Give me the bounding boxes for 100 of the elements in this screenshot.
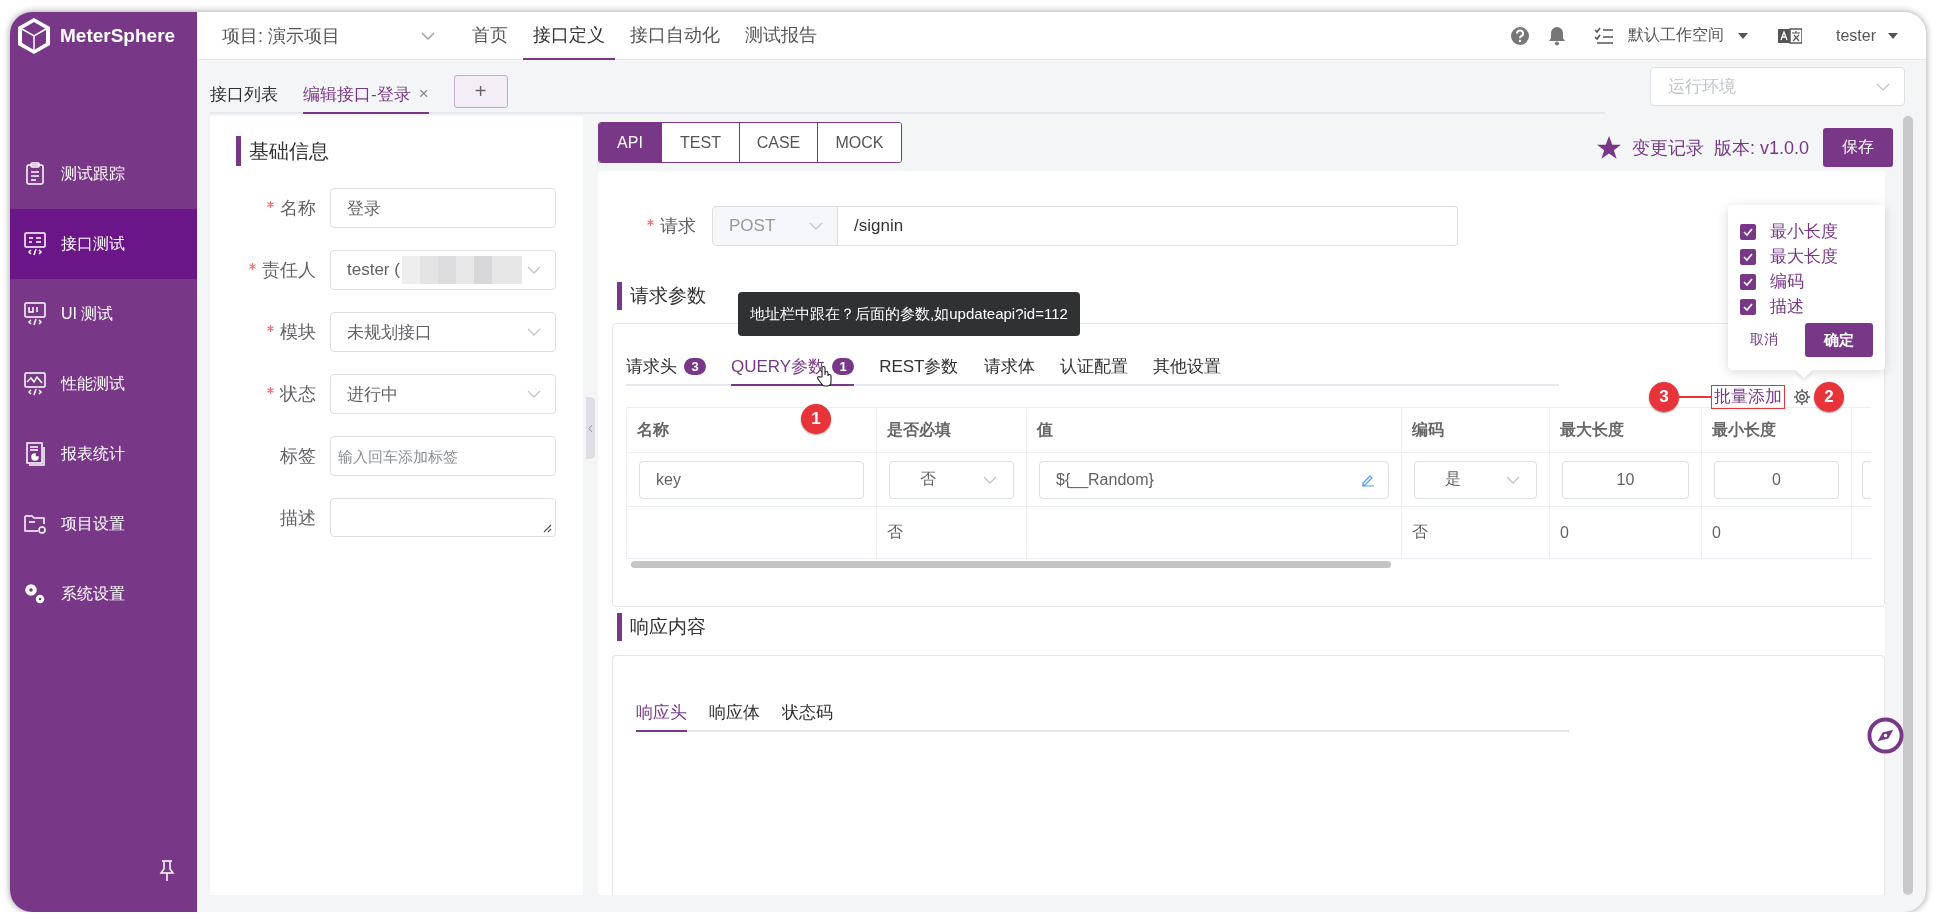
change-history-link[interactable]: 变更记录 — [1631, 135, 1704, 160]
checkbox[interactable] — [1740, 273, 1756, 290]
workspace-select[interactable]: 默认工作空间 — [1594, 25, 1748, 46]
sidebar-item[interactable]: 接口测试 — [10, 209, 197, 279]
step-marker: 2 — [1814, 381, 1844, 412]
checkbox[interactable] — [1740, 223, 1756, 240]
tab[interactable]: 认证配置 — [1059, 349, 1128, 386]
chevron-down-icon — [527, 390, 541, 398]
input-field[interactable]: ${__Random} — [1039, 460, 1389, 499]
version-label: 版本: v1.0.0 — [1713, 136, 1809, 160]
chevron-left-icon — [588, 423, 593, 433]
nav-tab[interactable]: 测试报告 — [735, 12, 827, 60]
user-menu[interactable]: tester — [1836, 26, 1898, 45]
help-icon[interactable] — [1510, 25, 1530, 46]
edit-icon — [1361, 473, 1375, 487]
dropdown[interactable]: 未规划接口 — [330, 312, 556, 352]
translate-icon[interactable] — [1778, 27, 1802, 44]
column-header: 编码 — [1402, 408, 1550, 453]
number-field[interactable]: 0 — [1714, 460, 1839, 499]
page-tab[interactable]: 编辑接口-登录 × — [303, 76, 429, 114]
scrollbar-thumb[interactable] — [631, 561, 1391, 568]
report-icon — [23, 441, 47, 467]
tab[interactable]: REST参数 — [879, 349, 959, 386]
dropdown[interactable]: 进行中 — [330, 374, 556, 414]
pin-icon[interactable] — [159, 860, 175, 882]
page-tab[interactable]: 接口列表 — [210, 76, 278, 114]
column-header: 最小长度 — [1702, 408, 1852, 453]
input-field[interactable]: 登录 — [330, 188, 556, 228]
count-badge: 3 — [684, 358, 706, 375]
url-field[interactable]: /signin — [838, 206, 1458, 246]
confirm-button[interactable]: 确定 — [1805, 323, 1873, 357]
mode-tab[interactable]: MOCK — [817, 123, 901, 162]
field-label: 描述 — [280, 506, 316, 530]
cancel-button[interactable]: 取消 — [1750, 331, 1778, 349]
accent-bar — [236, 136, 241, 166]
chevron-down-icon — [809, 222, 823, 230]
chevron-down-icon — [527, 328, 541, 336]
number-field[interactable]: 10 — [1562, 460, 1689, 499]
column-header: 值 — [1027, 408, 1402, 453]
resize-handle-icon — [543, 524, 552, 533]
dropdown[interactable]: tester ( — [330, 250, 556, 290]
dropdown[interactable]: 是 — [1414, 460, 1537, 499]
save-button[interactable]: 保存 — [1823, 128, 1893, 167]
checkbox[interactable] — [1740, 248, 1756, 265]
sidebar-item[interactable]: 项目设置 — [10, 489, 197, 559]
option-label: 最小长度 — [1770, 221, 1838, 243]
chevron-down-icon — [1506, 475, 1520, 484]
api-icon — [23, 231, 47, 257]
checklist-icon — [1594, 26, 1614, 45]
section-title: 响应内容 — [630, 615, 706, 639]
nav-tab[interactable]: 首页 — [462, 12, 518, 60]
field-label: 模块 — [280, 321, 316, 344]
scrollbar-thumb[interactable] — [1903, 116, 1913, 895]
input-field[interactable]: key — [639, 460, 864, 499]
option-label: 编码 — [1770, 271, 1804, 293]
mode-tab[interactable]: TEST — [661, 123, 739, 162]
tab[interactable]: 响应体 — [709, 694, 760, 732]
bell-icon[interactable] — [1548, 25, 1566, 46]
table-cell: 0 — [1560, 523, 1569, 542]
tab[interactable]: 请求头 3 — [626, 349, 706, 386]
batch-add-link[interactable]: 批量添加 — [1711, 384, 1785, 409]
column-header: 是否必填 — [877, 408, 1027, 453]
mode-tab[interactable]: API — [599, 123, 661, 162]
collapse-handle[interactable] — [586, 397, 595, 459]
checkbox[interactable] — [1740, 298, 1756, 315]
logo-icon — [16, 17, 52, 55]
sidebar-item[interactable]: 测试跟踪 — [10, 139, 197, 209]
sidebar-item[interactable]: 系统设置 — [10, 559, 197, 629]
caret-down-icon — [1738, 32, 1748, 39]
dropdown[interactable]: 否 — [889, 460, 1014, 499]
tab[interactable]: 状态码 — [782, 694, 833, 732]
accent-bar — [617, 613, 622, 641]
nav-tab[interactable]: 接口定义 — [523, 12, 615, 60]
section-title: 请求参数 — [630, 284, 706, 308]
mode-tab[interactable]: CASE — [739, 123, 817, 162]
add-tab-button[interactable]: + — [453, 75, 508, 108]
chevron-down-icon — [527, 266, 541, 274]
option-label: 最大长度 — [1770, 246, 1838, 268]
input-field[interactable]: 输入回车添加标签 — [330, 436, 556, 476]
tab[interactable]: 响应头 — [636, 694, 687, 732]
option-label: 描述 — [1770, 296, 1804, 318]
sidebar-item[interactable]: UI 测试 — [10, 279, 197, 349]
gear-icon[interactable] — [1793, 387, 1811, 406]
field-label: 状态 — [280, 383, 316, 406]
tab[interactable]: 请求体 — [983, 349, 1035, 386]
tab[interactable]: 其他设置 — [1152, 349, 1221, 386]
chart-monitor-icon — [23, 371, 47, 397]
count-badge: 1 — [832, 358, 855, 375]
star-icon[interactable] — [1595, 134, 1622, 161]
chevron-down-icon — [421, 31, 435, 40]
sidebar-item[interactable]: 报表统计 — [10, 419, 197, 489]
field-label: 责任人 — [262, 259, 316, 282]
field-label: 请求 — [660, 215, 696, 238]
chevron-down-icon — [1876, 82, 1890, 91]
nav-tab[interactable]: 接口自动化 — [620, 12, 730, 60]
section-title: 基础信息 — [249, 138, 329, 164]
step-marker: 3 — [1649, 381, 1679, 412]
sidebar-item[interactable]: 性能测试 — [10, 349, 197, 419]
project-select[interactable]: 项目: 演示项目 — [197, 12, 447, 60]
compass-icon[interactable] — [1867, 717, 1904, 754]
